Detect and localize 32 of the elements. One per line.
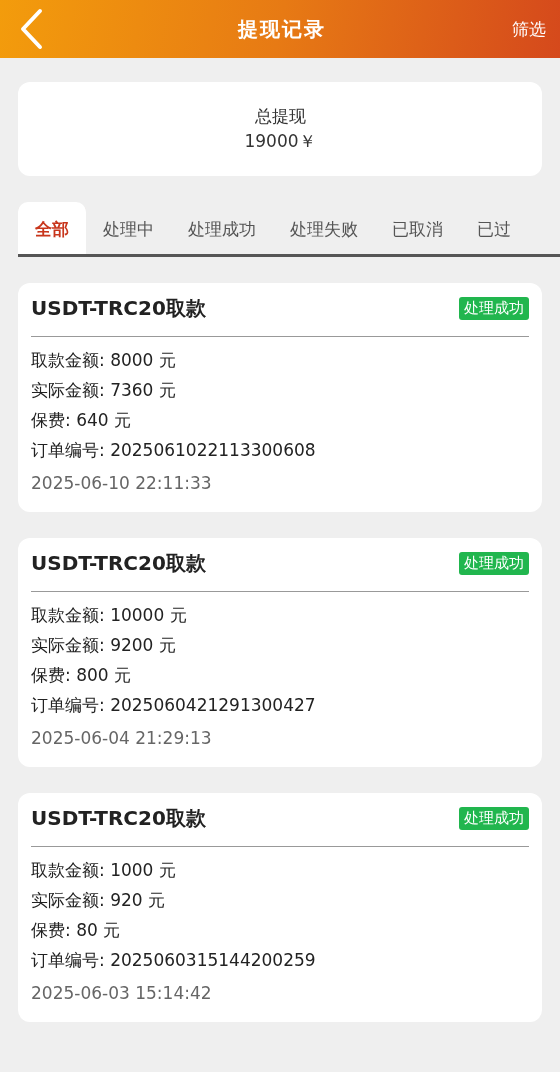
record-detail: 取款金额: 8000 元 bbox=[31, 349, 177, 372]
tab[interactable]: 处理失败 bbox=[273, 202, 375, 254]
record-detail: 订单编号: 2025060315144200259 bbox=[31, 949, 317, 972]
tab[interactable]: 已过 bbox=[460, 202, 528, 254]
record-detail: 实际金额: 7360 元 bbox=[31, 379, 177, 402]
record-time: 2025-06-04 21:29:13 bbox=[31, 727, 213, 750]
record-detail: 取款金额: 1000 元 bbox=[31, 859, 177, 882]
record-title: USDT-TRC20取款 bbox=[31, 805, 206, 832]
tab[interactable]: 全部 bbox=[18, 202, 86, 254]
record-detail: 保费: 800 元 bbox=[31, 664, 132, 687]
status-tag: 处理成功 bbox=[459, 552, 529, 575]
record-detail: 保费: 640 元 bbox=[31, 409, 132, 432]
back-icon bbox=[18, 8, 44, 50]
record-detail: 订单编号: 2025061022113300608 bbox=[31, 439, 317, 462]
tab[interactable]: 处理成功 bbox=[171, 202, 273, 254]
filter-button[interactable]: 筛选 bbox=[496, 17, 546, 41]
record-detail: 实际金额: 920 元 bbox=[31, 889, 166, 912]
summary-value: 19000￥ bbox=[244, 130, 316, 153]
record-detail: 保费: 80 元 bbox=[31, 919, 122, 942]
record-title: USDT-TRC20取款 bbox=[31, 295, 206, 322]
tab[interactable]: 已取消 bbox=[375, 202, 460, 254]
record-detail: 取款金额: 10000 元 bbox=[31, 604, 188, 627]
record-detail: 实际金额: 9200 元 bbox=[31, 634, 177, 657]
status-tag: 处理成功 bbox=[459, 807, 529, 830]
page-title: 提现记录 bbox=[238, 15, 326, 43]
record-title: USDT-TRC20取款 bbox=[31, 550, 206, 577]
status-tag: 处理成功 bbox=[459, 297, 529, 320]
summary-label: 总提现 bbox=[254, 105, 306, 128]
record-detail: 订单编号: 2025060421291300427 bbox=[31, 694, 317, 717]
tab[interactable]: 处理中 bbox=[86, 202, 171, 254]
record-time: 2025-06-03 15:14:42 bbox=[31, 982, 213, 1005]
record-time: 2025-06-10 22:11:33 bbox=[31, 472, 213, 495]
